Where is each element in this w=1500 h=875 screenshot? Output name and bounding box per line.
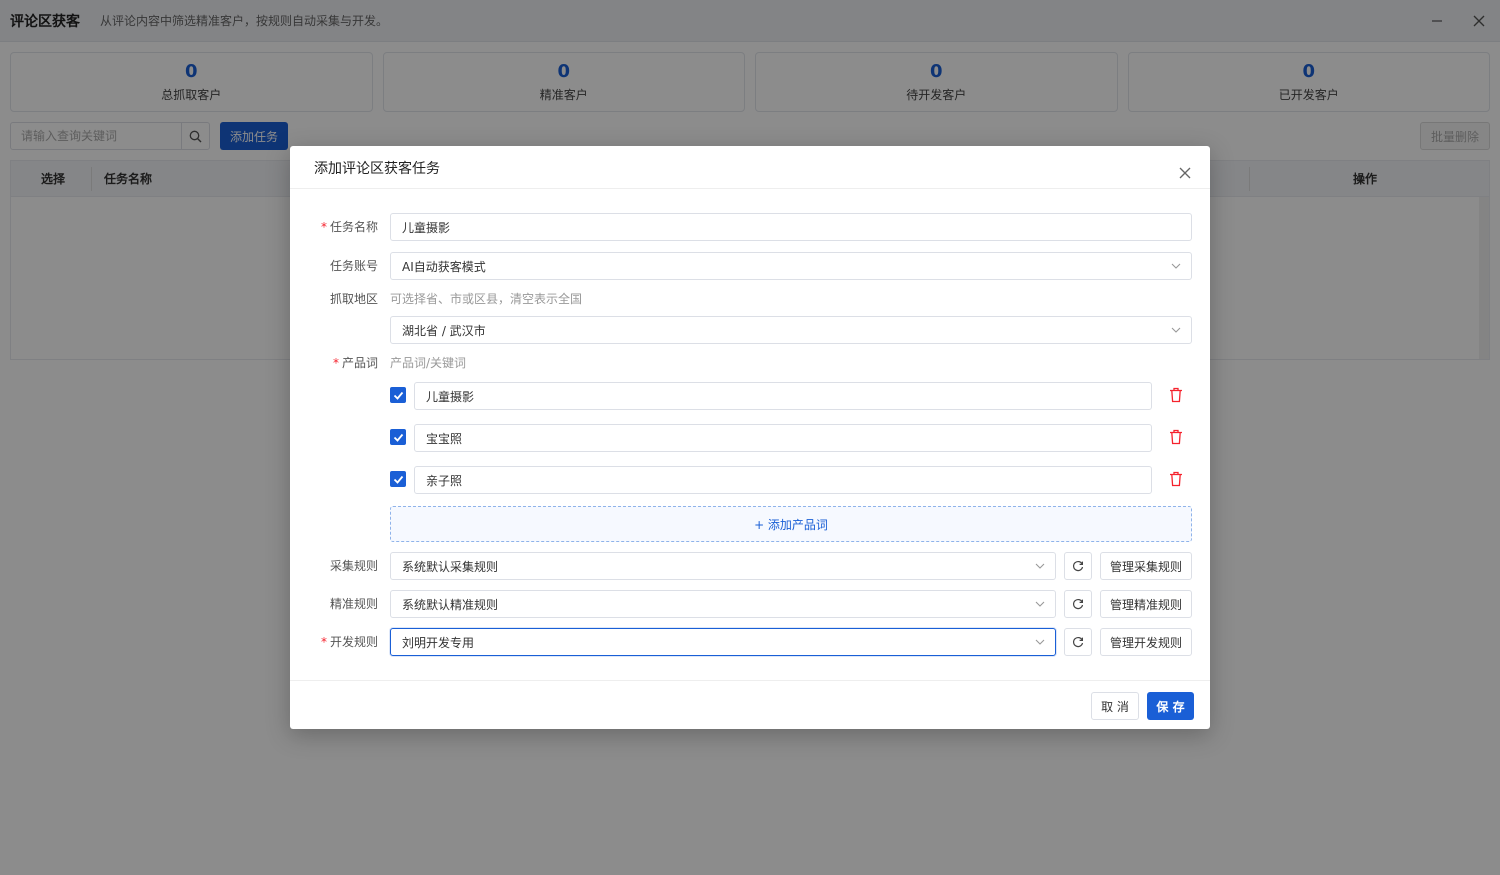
check-icon xyxy=(393,391,403,400)
product-word-checkbox[interactable] xyxy=(390,429,406,445)
close-icon[interactable] xyxy=(1178,166,1192,180)
refresh-icon xyxy=(1073,598,1084,610)
refresh-icon xyxy=(1073,636,1084,648)
task-name-value: 儿童摄影 xyxy=(402,220,451,235)
develop-rule-label-text: 开发规则 xyxy=(329,635,378,649)
required-mark: * xyxy=(320,220,327,234)
precise-rule-value: 系统默认精准规则 xyxy=(402,597,499,612)
check-icon xyxy=(393,475,403,484)
product-word-value: 宝宝照 xyxy=(426,431,463,446)
region-hint: 可选择省、市或区县，清空表示全国 xyxy=(390,292,583,306)
task-name-label: * 任务名称 xyxy=(290,213,378,241)
task-account-select[interactable]: AI自动获客模式 xyxy=(390,252,1192,280)
product-word-input[interactable]: 宝宝照 xyxy=(414,424,1152,452)
dialog-header: 添加评论区获客任务 xyxy=(290,146,1210,189)
manage-develop-rule-button[interactable]: 管理开发规则 xyxy=(1100,628,1192,656)
task-name-input[interactable]: 儿童摄影 xyxy=(390,213,1192,241)
product-words-label-text: 产品词 xyxy=(341,356,378,370)
develop-rule-value: 刘明开发专用 xyxy=(402,635,475,650)
task-name-label-text: 任务名称 xyxy=(329,220,378,234)
product-words-label: * 产品词 xyxy=(290,349,378,377)
region-select[interactable]: 湖北省 / 武汉市 xyxy=(390,316,1192,344)
manage-precise-rule-button[interactable]: 管理精准规则 xyxy=(1100,590,1192,618)
region-value: 湖北省 / 武汉市 xyxy=(402,323,486,338)
save-button[interactable]: 保 存 xyxy=(1147,692,1194,720)
manage-collect-rule-button[interactable]: 管理采集规则 xyxy=(1100,552,1192,580)
task-account-value: AI自动获客模式 xyxy=(402,259,486,274)
chevron-down-icon xyxy=(1171,263,1181,269)
develop-rule-select[interactable]: 刘明开发专用 xyxy=(390,628,1056,656)
required-mark: * xyxy=(320,635,327,649)
collect-rule-select[interactable]: 系统默认采集规则 xyxy=(390,552,1056,580)
add-task-dialog: 添加评论区获客任务 * 任务名称 儿童摄影 任务账号 AI自动获客模式 抓取地区 … xyxy=(290,146,1210,729)
region-label: 抓取地区 xyxy=(329,292,378,306)
develop-rule-refresh-button[interactable] xyxy=(1064,628,1092,656)
cancel-button[interactable]: 取 消 xyxy=(1091,692,1139,720)
develop-rule-label: * 开发规则 xyxy=(290,628,378,656)
trash-icon[interactable] xyxy=(1169,429,1183,445)
product-word-value: 亲子照 xyxy=(426,473,463,488)
trash-icon[interactable] xyxy=(1169,471,1183,487)
precise-rule-select[interactable]: 系统默认精准规则 xyxy=(390,590,1056,618)
product-words-hint: 产品词/关键词 xyxy=(390,356,467,370)
collect-rule-refresh-button[interactable] xyxy=(1064,552,1092,580)
check-icon xyxy=(393,433,403,442)
dialog-footer: 取 消 保 存 xyxy=(290,680,1210,729)
product-word-checkbox[interactable] xyxy=(390,471,406,487)
chevron-down-icon xyxy=(1035,563,1045,569)
required-mark: * xyxy=(332,356,339,370)
precise-rule-label: 精准规则 xyxy=(329,597,378,611)
chevron-down-icon xyxy=(1171,327,1181,333)
add-product-word-button[interactable]: + 添加产品词 xyxy=(390,506,1192,542)
task-account-label: 任务账号 xyxy=(329,259,378,273)
trash-icon[interactable] xyxy=(1169,387,1183,403)
collect-rule-value: 系统默认采集规则 xyxy=(402,559,499,574)
chevron-down-icon xyxy=(1035,601,1045,607)
refresh-icon xyxy=(1073,560,1084,572)
collect-rule-label: 采集规则 xyxy=(329,559,378,573)
product-word-input[interactable]: 亲子照 xyxy=(414,466,1152,494)
product-word-value: 儿童摄影 xyxy=(426,389,475,404)
product-word-checkbox[interactable] xyxy=(390,387,406,403)
dialog-title: 添加评论区获客任务 xyxy=(314,161,440,177)
precise-rule-refresh-button[interactable] xyxy=(1064,590,1092,618)
chevron-down-icon xyxy=(1035,639,1045,645)
product-word-input[interactable]: 儿童摄影 xyxy=(414,382,1152,410)
